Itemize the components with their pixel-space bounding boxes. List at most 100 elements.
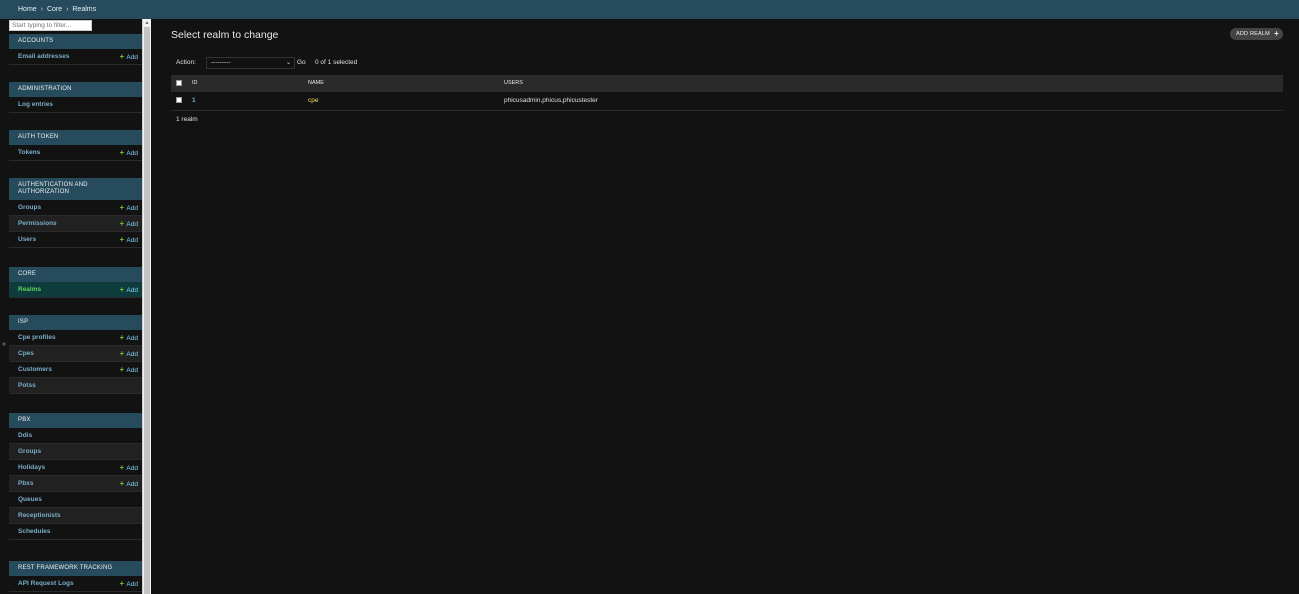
sidebar-item-potss[interactable]: Potss [9, 378, 142, 394]
sidebar-section-header[interactable]: AUTH TOKEN [9, 130, 142, 145]
action-selected-value: --------- [211, 59, 231, 66]
sidebar-item-cpes[interactable]: Cpes + Add [9, 346, 142, 362]
column-header-name[interactable]: NAME [308, 75, 324, 92]
sidebar-item-label[interactable]: Realms [18, 286, 41, 293]
sidebar-item-label[interactable]: Email addresses [18, 53, 69, 60]
add-label: Add [126, 581, 138, 588]
sidebar-item-email-addresses[interactable]: Email addresses + Add [9, 49, 142, 65]
sidebar-section-header[interactable]: ADMINISTRATION [9, 82, 142, 97]
column-header-users[interactable]: USERS [504, 75, 523, 92]
sidebar-add-link[interactable]: + Add [120, 216, 138, 233]
add-label: Add [126, 54, 138, 61]
header-bar: Home › Core › Realms [0, 0, 1299, 19]
column-header-id[interactable]: ID [192, 75, 198, 92]
scroll-up-arrow-icon[interactable]: ▲ [143, 19, 151, 27]
sidebar-section-auth-token: AUTH TOKEN Tokens + Add [9, 130, 142, 161]
sidebar-section-rest-framework-tracking: REST FRAMEWORK TRACKING API Request Logs +… [9, 561, 142, 592]
sidebar-item-cpe-profiles[interactable]: Cpe profiles + Add [9, 330, 142, 346]
sidebar-add-link[interactable]: + Add [120, 49, 138, 66]
sidebar-item-label[interactable]: Log entries [18, 101, 53, 108]
sidebar-item-label[interactable]: Pbxs [18, 480, 34, 487]
sidebar-item-label[interactable]: Receptionists [18, 512, 61, 519]
row-checkbox[interactable] [176, 97, 182, 103]
sidebar-item-label[interactable]: Groups [18, 204, 41, 211]
sidebar-item-label[interactable]: Potss [18, 382, 36, 389]
sidebar-section-header[interactable]: PBX [9, 413, 142, 428]
page-title: Select realm to change [171, 29, 279, 41]
sidebar-item-pbxs[interactable]: Pbxs + Add [9, 476, 142, 492]
add-realm-button[interactable]: ADD REALM + [1230, 28, 1283, 40]
sidebar-item-label[interactable]: API Request Logs [18, 580, 74, 587]
sidebar-item-label[interactable]: Cpe profiles [18, 334, 56, 341]
sidebar-add-link[interactable]: + Add [120, 200, 138, 217]
sidebar-item-tokens[interactable]: Tokens + Add [9, 145, 142, 161]
sidebar-item-schedules[interactable]: Schedules [9, 524, 142, 540]
sidebar-add-link[interactable]: + Add [120, 362, 138, 379]
sidebar-scrollbar[interactable]: ▲ [142, 19, 151, 594]
sidebar-item-label[interactable]: Holidays [18, 464, 45, 471]
sidebar-item-label[interactable]: Permissions [18, 220, 57, 227]
row-id-link[interactable]: 1 [192, 92, 196, 110]
scrollbar-thumb[interactable] [144, 27, 150, 594]
table-header: ID NAME USERS [171, 75, 1283, 92]
breadcrumb-separator: › [40, 6, 43, 13]
sidebar-add-link[interactable]: + Add [120, 576, 138, 593]
add-realm-label: ADD REALM [1236, 31, 1270, 37]
select-all-checkbox[interactable] [176, 80, 182, 86]
results-table: ID NAME USERS 1 cpe phicusadmin,phicus,p… [171, 75, 1283, 111]
sidebar-add-link[interactable]: + Add [120, 232, 138, 249]
sidebar-item-users[interactable]: Users + Add [9, 232, 142, 248]
sidebar-filter-input[interactable] [9, 20, 92, 31]
sidebar-item-permissions[interactable]: Permissions + Add [9, 216, 142, 232]
sidebar-item-label[interactable]: Cpes [18, 350, 34, 357]
add-label: Add [126, 237, 138, 244]
sidebar-item-holidays[interactable]: Holidays + Add [9, 460, 142, 476]
sidebar-collapse-toggle[interactable]: « [0, 340, 8, 350]
breadcrumb-current: Realms [72, 6, 97, 13]
sidebar-item-label[interactable]: Tokens [18, 149, 40, 156]
sidebar-section-header[interactable]: ISP [9, 315, 142, 330]
sidebar-item-receptionists[interactable]: Receptionists [9, 508, 142, 524]
breadcrumb-app[interactable]: Core [47, 6, 62, 13]
sidebar-add-link[interactable]: + Add [120, 460, 138, 477]
sidebar-item-realms[interactable]: Realms + Add [9, 282, 142, 298]
sidebar-add-link[interactable]: + Add [120, 145, 138, 162]
sidebar-add-link[interactable]: + Add [120, 330, 138, 347]
sidebar-section-header[interactable]: CORE [9, 267, 142, 282]
sidebar-section-header[interactable]: REST FRAMEWORK TRACKING [9, 561, 142, 576]
sidebar-section-authentication-and-authorization: AUTHENTICATION AND AUTHORIZATION Groups + … [9, 178, 142, 248]
sidebar-item-label[interactable]: Ddis [18, 432, 32, 439]
action-label: Action: [176, 59, 196, 66]
sidebar-item-label[interactable]: Queues [18, 496, 42, 503]
row-name-cell: cpe [308, 97, 319, 104]
sidebar-section-administration: ADMINISTRATION Log entries [9, 82, 142, 113]
breadcrumb-home[interactable]: Home [18, 6, 37, 13]
actions-bar: Action: --------- ⌄ Go 0 of 1 selected [176, 57, 476, 69]
sidebar-section-pbx: PBX Ddis Groups Holidays + Add Pbxs + Add Queue… [9, 413, 142, 540]
sidebar-item-groups[interactable]: Groups + Add [9, 200, 142, 216]
sidebar-item-label[interactable]: Schedules [18, 528, 51, 535]
sidebar-item-ddis[interactable]: Ddis [9, 428, 142, 444]
add-label: Add [126, 150, 138, 157]
action-select[interactable]: --------- ⌄ [206, 57, 295, 69]
sidebar-section-header[interactable]: ACCOUNTS [9, 34, 142, 49]
sidebar-item-label[interactable]: Customers [18, 366, 52, 373]
sidebar-item-log-entries[interactable]: Log entries [9, 97, 142, 113]
selection-counter: 0 of 1 selected [315, 59, 358, 66]
sidebar-item-label[interactable]: Groups [18, 448, 41, 455]
add-label: Add [126, 351, 138, 358]
sidebar-item-groups[interactable]: Groups [9, 444, 142, 460]
sidebar-item-api-request-logs[interactable]: API Request Logs + Add [9, 576, 142, 592]
row-users-cell: phicusadmin,phicus,phicustester [504, 97, 598, 104]
sidebar-section-header[interactable]: AUTHENTICATION AND AUTHORIZATION [9, 178, 142, 200]
add-label: Add [126, 287, 138, 294]
sidebar-item-queues[interactable]: Queues [9, 492, 142, 508]
sidebar-item-label[interactable]: Users [18, 236, 36, 243]
add-label: Add [126, 465, 138, 472]
sidebar-add-link[interactable]: + Add [120, 476, 138, 493]
go-button[interactable]: Go [297, 59, 306, 66]
sidebar-add-link[interactable]: + Add [120, 282, 138, 299]
sidebar-item-customers[interactable]: Customers + Add [9, 362, 142, 378]
sidebar-add-link[interactable]: + Add [120, 346, 138, 363]
add-label: Add [126, 205, 138, 212]
